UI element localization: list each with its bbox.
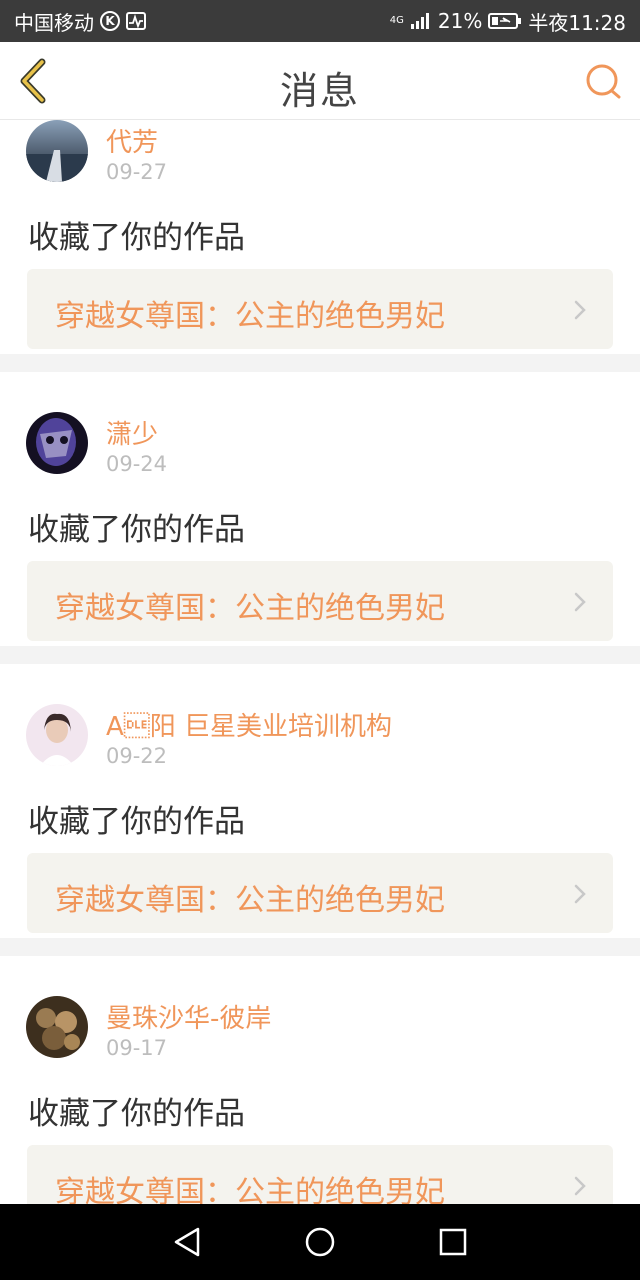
avatar[interactable] — [26, 412, 88, 474]
message-card: A阳 巨星美业培训机构 09-22 收藏了你的作品 穿越女尊国：公主的绝色男妃 — [0, 664, 640, 938]
battery-icon — [488, 13, 522, 29]
battery-percent: 21% — [437, 9, 483, 33]
work-title: 穿越女尊国：公主的绝色男妃 — [55, 883, 445, 918]
nav-home-button[interactable] — [300, 1222, 340, 1262]
search-icon[interactable] — [584, 62, 624, 102]
work-link[interactable]: 穿越女尊国：公主的绝色男妃 — [27, 853, 613, 933]
header: 消息 — [0, 42, 640, 120]
user-name[interactable]: 曼珠沙华-彼岸 — [106, 998, 271, 1035]
avatar[interactable] — [26, 704, 88, 766]
chevron-right-icon — [574, 884, 586, 904]
message-text: 收藏了你的作品 — [28, 512, 245, 548]
carrier-label: 中国移动 — [14, 10, 94, 35]
nav-back-button[interactable] — [167, 1222, 207, 1262]
message-text: 收藏了你的作品 — [28, 220, 245, 256]
card-separator — [0, 354, 640, 372]
nav-recents-button[interactable] — [433, 1222, 473, 1262]
chevron-right-icon — [574, 300, 586, 320]
chevron-right-icon — [574, 1176, 586, 1196]
work-title: 穿越女尊国：公主的绝色男妃 — [55, 591, 445, 626]
message-card: 代芳 09-27 收藏了你的作品 穿越女尊国：公主的绝色男妃 — [0, 120, 640, 354]
pulse-icon — [126, 12, 146, 30]
chevron-right-icon — [574, 592, 586, 612]
clock: 半夜11:28 — [528, 10, 626, 35]
feed-inner: 代芳 09-27 收藏了你的作品 穿越女尊国：公主的绝色男妃 潇少 09-24 … — [0, 120, 640, 1204]
k-circle-icon: K — [100, 11, 120, 31]
status-right: 4G 21% 半夜11:28 — [390, 7, 626, 36]
message-text: 收藏了你的作品 — [28, 1096, 245, 1132]
message-date: 09-17 — [106, 1036, 168, 1060]
message-date: 09-24 — [106, 452, 168, 476]
message-date: 09-22 — [106, 744, 168, 768]
avatar[interactable] — [26, 996, 88, 1058]
user-name[interactable]: 代芳 — [106, 122, 158, 159]
status-left: 中国移动 K — [14, 7, 146, 36]
card-separator — [0, 938, 640, 956]
user-name[interactable]: A阳 巨星美业培训机构 — [106, 706, 392, 743]
square-recents-icon — [440, 1228, 467, 1256]
avatar[interactable] — [26, 120, 88, 182]
message-text: 收藏了你的作品 — [28, 804, 245, 840]
triangle-back-icon — [174, 1227, 199, 1257]
network-label: 4G — [389, 15, 404, 26]
avatar-image — [26, 996, 88, 1058]
avatar-image — [26, 412, 88, 474]
message-feed[interactable]: 代芳 09-27 收藏了你的作品 穿越女尊国：公主的绝色男妃 潇少 09-24 … — [0, 120, 640, 1204]
message-date: 09-27 — [106, 160, 168, 184]
message-card: 潇少 09-24 收藏了你的作品 穿越女尊国：公主的绝色男妃 — [0, 372, 640, 646]
work-link[interactable]: 穿越女尊国：公主的绝色男妃 — [27, 269, 613, 349]
work-link[interactable]: 穿越女尊国：公主的绝色男妃 — [27, 1145, 613, 1204]
work-title: 穿越女尊国：公主的绝色男妃 — [55, 1175, 445, 1204]
card-separator — [0, 646, 640, 664]
status-bar: 中国移动 K 4G 21% 半夜11:28 — [0, 0, 640, 42]
work-link[interactable]: 穿越女尊国：公主的绝色男妃 — [27, 561, 613, 641]
signal-icon — [410, 13, 429, 29]
work-title: 穿越女尊国：公主的绝色男妃 — [55, 299, 445, 334]
nav-bar — [0, 1204, 640, 1280]
avatar-image — [26, 120, 88, 182]
avatar-image — [26, 704, 88, 766]
page-title: 消息 — [279, 69, 360, 113]
user-name[interactable]: 潇少 — [106, 414, 158, 451]
circle-home-icon — [305, 1227, 335, 1257]
message-card: 曼珠沙华-彼岸 09-17 收藏了你的作品 穿越女尊国：公主的绝色男妃 — [0, 956, 640, 1204]
